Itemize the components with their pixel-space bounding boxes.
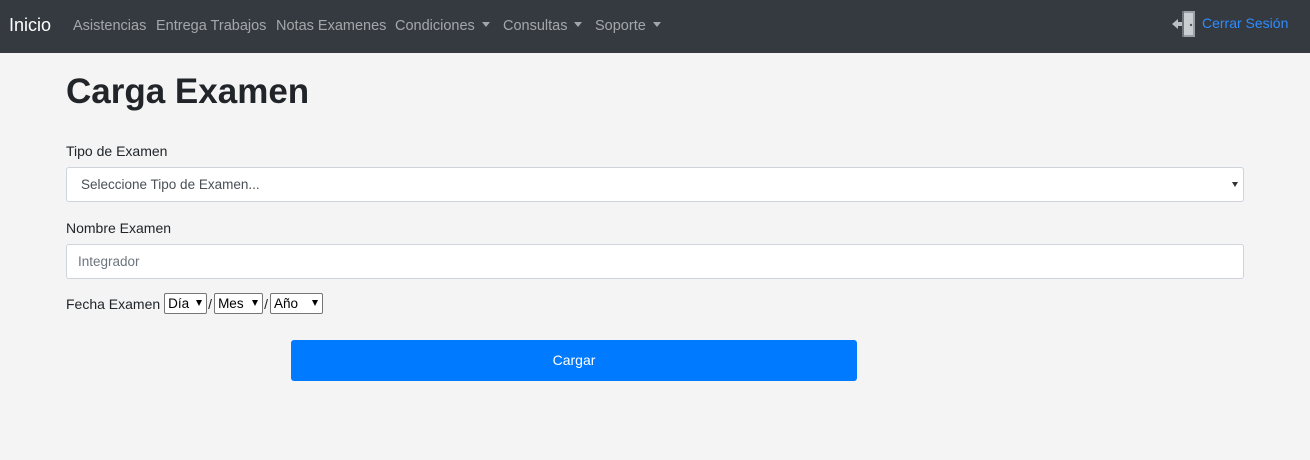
anio-select[interactable]: Año <box>269 293 323 314</box>
nav-item-label: Notas Examenes <box>276 18 387 34</box>
nav-item-label: Condiciones <box>395 18 475 34</box>
nav-item-entrega-trabajos[interactable]: Entrega Trabajos <box>156 17 266 35</box>
nombre-examen-placeholder: Integrador <box>78 254 140 269</box>
nav-item-label: Soporte <box>595 18 646 34</box>
tipo-examen-selected-value: Seleccione Tipo de Examen... <box>81 177 260 192</box>
mes-selected-value: Mes <box>218 296 244 311</box>
caret-down-icon <box>652 22 661 27</box>
nav-item-label: Entrega Trabajos <box>156 18 267 34</box>
tipo-examen-label: Tipo de Examen <box>66 143 168 159</box>
select-arrow-icon <box>252 300 259 306</box>
brand-link[interactable]: Inicio <box>9 14 51 36</box>
caret-down-icon <box>574 22 583 27</box>
nav-item-asistencias[interactable]: Asistencias <box>73 17 146 35</box>
page-title: Carga Examen <box>66 72 310 111</box>
logout-link[interactable]: Cerrar Sesión <box>1171 9 1288 39</box>
fecha-examen-row: Fecha Examen Día / Mes / Año <box>66 293 323 314</box>
select-arrow-icon <box>196 300 203 306</box>
select-arrow-icon <box>311 300 318 306</box>
dia-selected-value: Día <box>168 296 190 311</box>
mes-select[interactable]: Mes <box>214 293 264 314</box>
nombre-examen-label: Nombre Examen <box>66 220 172 236</box>
tipo-examen-select[interactable]: Seleccione Tipo de Examen... <box>66 167 1244 202</box>
nav-item-label: Consultas <box>503 18 568 34</box>
navbar: Inicio Asistencias Entrega Trabajos Nota… <box>0 0 1310 53</box>
nav-item-label: Asistencias <box>73 18 147 34</box>
select-arrow-icon <box>1232 182 1238 187</box>
nav-dropdown-condiciones[interactable]: Condiciones <box>395 17 490 35</box>
nav-dropdown-soporte[interactable]: Soporte <box>595 17 661 35</box>
date-separator: / <box>208 295 213 312</box>
nombre-examen-input[interactable]: Integrador <box>66 244 1244 279</box>
anio-selected-value: Año <box>273 296 298 311</box>
nav-item-notas-examenes[interactable]: Notas Examenes <box>276 17 386 35</box>
nav-dropdown-consultas[interactable]: Consultas <box>503 17 583 35</box>
date-separator: / <box>264 295 268 312</box>
fecha-examen-label: Fecha Examen <box>66 295 161 312</box>
dia-select[interactable]: Día <box>164 293 208 314</box>
door-exit-icon <box>1172 11 1195 37</box>
caret-down-icon <box>481 22 490 27</box>
logout-label: Cerrar Sesión <box>1202 15 1289 31</box>
cargar-button[interactable]: Cargar <box>291 340 857 381</box>
